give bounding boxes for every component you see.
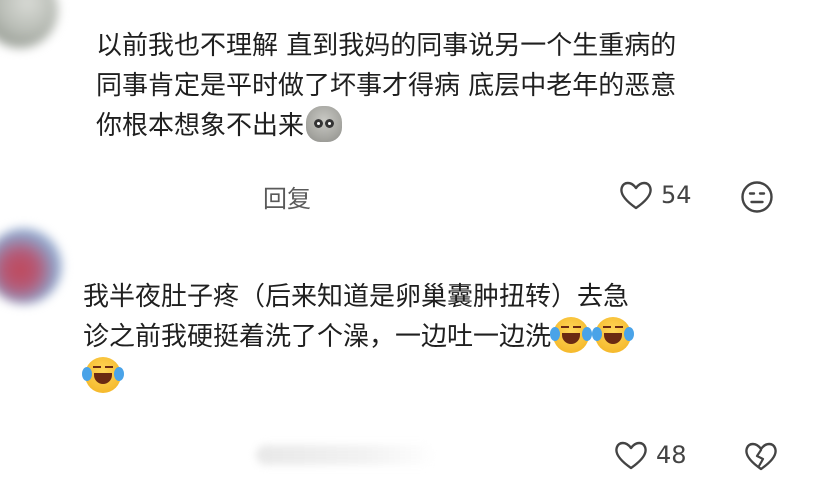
laughing-crying-emoji-icon xyxy=(550,316,593,353)
heart-outline-icon xyxy=(619,180,653,210)
comment-line-text: 你根本想象不出来 xyxy=(96,111,305,141)
avatar[interactable] xyxy=(0,0,58,48)
comment-line xyxy=(82,356,631,397)
neutral-face-icon[interactable] xyxy=(740,180,774,214)
like-button[interactable]: 54 xyxy=(619,180,692,210)
comment-line: 诊之前我硬挺着洗了个澡，一边吐一边洗 xyxy=(83,316,635,357)
avatar[interactable] xyxy=(0,228,62,304)
comment-line: 你根本想象不出来 xyxy=(96,105,676,146)
comment-line: 以前我也不理解 直到我妈的同事说另一个生重病的 xyxy=(96,31,677,61)
comment-line: 同事肯定是平时做了坏事才得病 底层中老年的恶意 xyxy=(96,71,677,101)
ghost-emoji-icon xyxy=(306,105,343,142)
like-count: 48 xyxy=(656,441,687,469)
comment-text: 以前我也不理解 直到我妈的同事说另一个生重病的 同事肯定是平时做了坏事才得病 底… xyxy=(96,26,676,146)
laughing-crying-emoji-icon xyxy=(592,316,635,353)
reply-button-obscured[interactable] xyxy=(256,445,436,465)
broken-heart-icon[interactable] xyxy=(744,441,778,471)
comment-line: 我半夜肚子疼（后来知道是卵巢囊肿扭转）去急 xyxy=(83,282,630,312)
like-count: 54 xyxy=(661,181,692,209)
comment-line-text: 诊之前我硬挺着洗了个澡，一边吐一边洗 xyxy=(83,322,552,352)
laughing-crying-emoji-icon xyxy=(82,356,124,393)
comment-text: 我半夜肚子疼（后来知道是卵巢囊肿扭转）去急 诊之前我硬挺着洗了个澡，一边吐一边洗 xyxy=(82,277,635,397)
like-button[interactable]: 48 xyxy=(614,440,687,470)
heart-outline-icon xyxy=(614,440,648,470)
reply-button[interactable]: 回复 xyxy=(263,179,311,214)
